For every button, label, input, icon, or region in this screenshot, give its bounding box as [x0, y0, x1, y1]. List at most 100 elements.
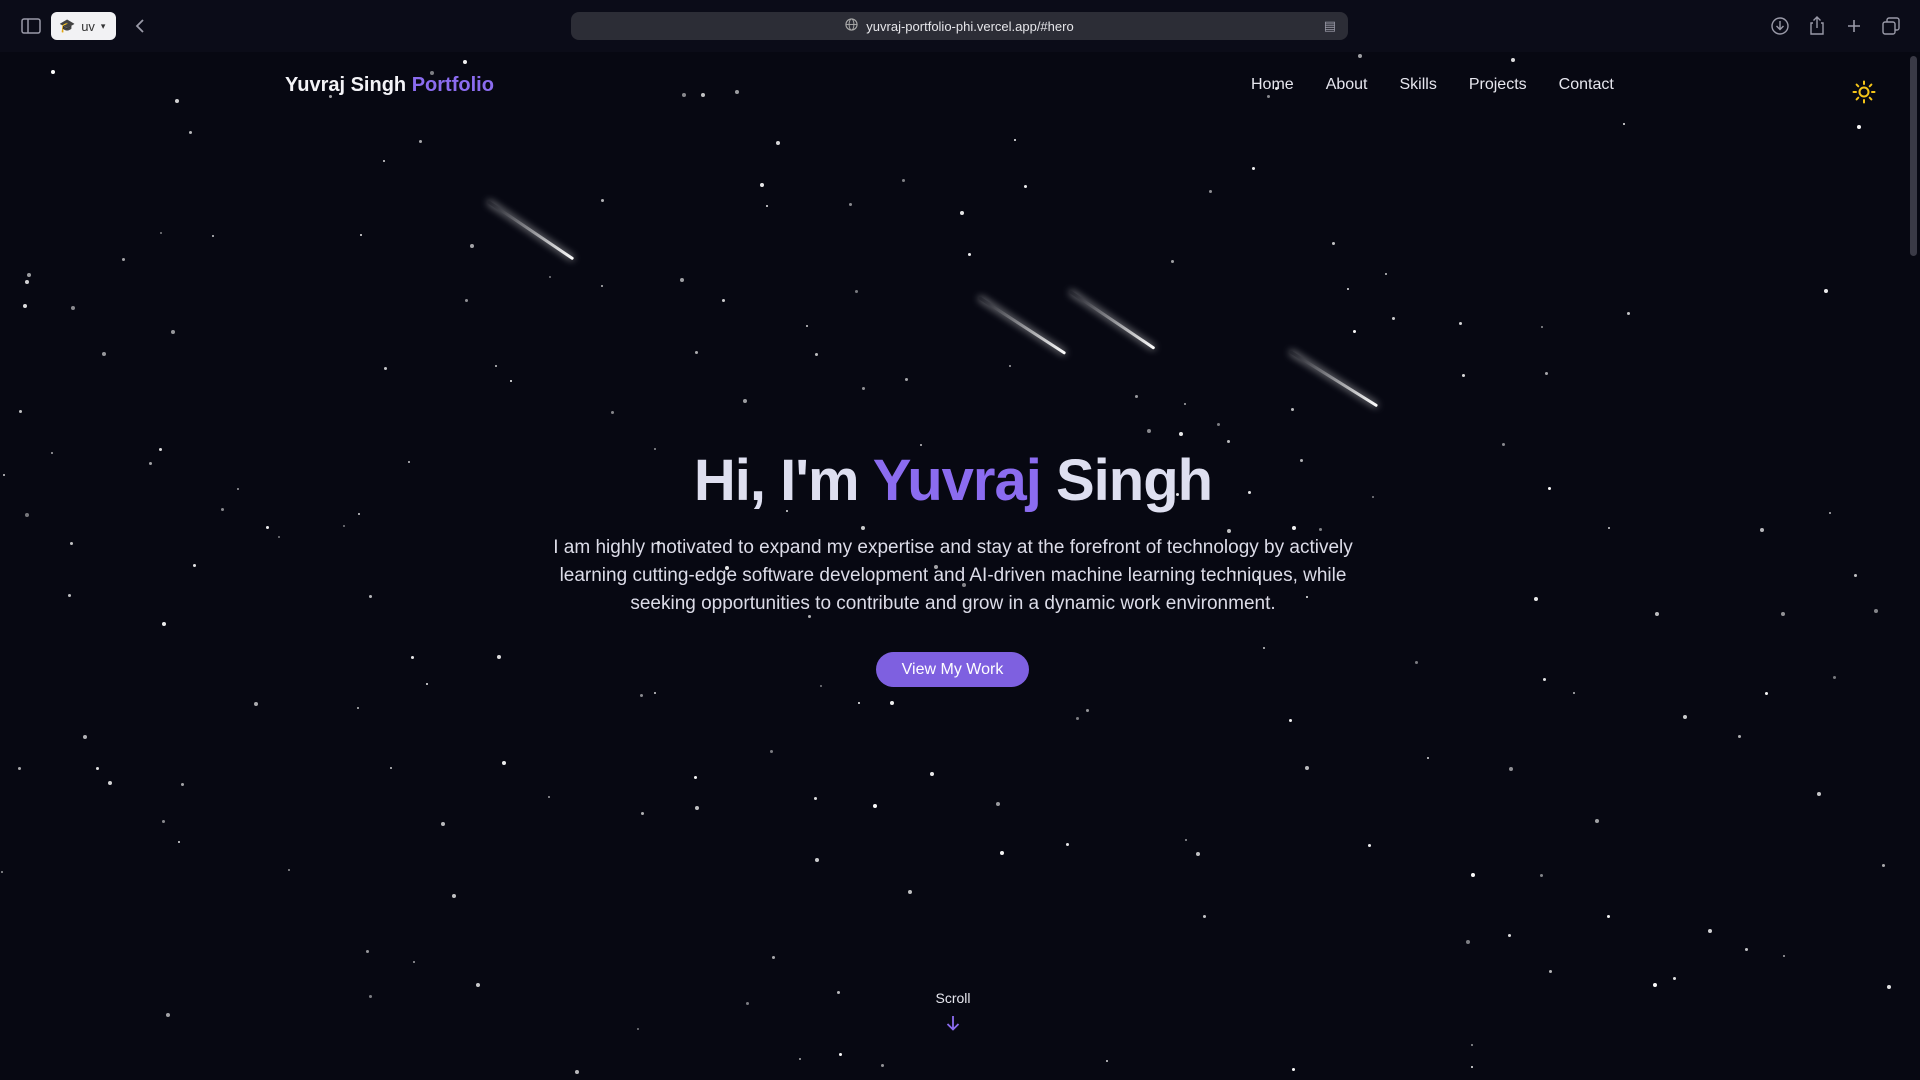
- star: [1833, 676, 1836, 679]
- site-logo[interactable]: Yuvraj Singh Portfolio: [285, 74, 494, 97]
- nav-projects[interactable]: Projects: [1469, 76, 1527, 94]
- star: [722, 299, 725, 302]
- star: [1263, 647, 1265, 649]
- star: [814, 797, 817, 800]
- tabs-overview-icon[interactable]: [1881, 12, 1901, 40]
- plus-icon[interactable]: [1844, 12, 1864, 40]
- star: [1854, 574, 1857, 577]
- chevron-left-icon[interactable]: [132, 12, 148, 40]
- star: [175, 99, 179, 103]
- star: [902, 179, 905, 182]
- star: [1184, 403, 1186, 405]
- star: [968, 253, 971, 256]
- star: [495, 365, 497, 367]
- star: [266, 526, 269, 529]
- star: [1267, 95, 1270, 98]
- star: [1509, 767, 1513, 771]
- sidebar-toggle-icon[interactable]: [20, 12, 42, 40]
- star: [1817, 792, 1821, 796]
- star: [1368, 844, 1371, 847]
- star: [1209, 190, 1212, 193]
- address-bar[interactable]: yuvraj-portfolio-phi.vercel.app/#hero ▤: [571, 12, 1348, 40]
- star: [766, 205, 768, 207]
- star: [102, 352, 106, 356]
- star: [1066, 843, 1069, 846]
- star: [1653, 983, 1657, 987]
- star: [497, 655, 501, 659]
- star: [799, 1058, 801, 1060]
- star: [476, 983, 480, 987]
- star: [369, 995, 372, 998]
- star: [601, 285, 603, 287]
- star: [426, 683, 428, 685]
- star: [680, 278, 684, 282]
- nav-contact[interactable]: Contact: [1559, 76, 1614, 94]
- star: [1076, 717, 1079, 720]
- chevron-down-icon: ▾: [100, 20, 106, 31]
- star: [1392, 317, 1395, 320]
- star: [770, 750, 773, 753]
- star: [1540, 874, 1543, 877]
- star: [1024, 185, 1027, 188]
- star: [1347, 288, 1349, 290]
- page-scrollbar[interactable]: [1906, 52, 1920, 1080]
- star: [411, 656, 414, 659]
- shooting-star: [978, 296, 1067, 355]
- star: [51, 70, 55, 74]
- globe-icon: [845, 18, 858, 34]
- star: [1179, 432, 1183, 436]
- star: [1171, 260, 1174, 263]
- star: [1887, 985, 1891, 989]
- star: [1824, 289, 1828, 293]
- title-accent: Yuvraj: [872, 448, 1042, 513]
- star: [502, 761, 506, 765]
- star: [1683, 715, 1687, 719]
- star: [1573, 692, 1575, 694]
- nav-about[interactable]: About: [1326, 76, 1368, 94]
- star: [1708, 929, 1712, 933]
- star: [1471, 1066, 1473, 1068]
- reader-mode-icon[interactable]: ▤: [1324, 18, 1336, 34]
- star: [1655, 612, 1659, 616]
- star: [820, 685, 822, 687]
- star: [1292, 526, 1296, 530]
- star: [839, 1053, 842, 1056]
- star: [1508, 934, 1511, 937]
- star: [1086, 709, 1089, 712]
- star: [1291, 408, 1294, 411]
- star: [1185, 839, 1187, 841]
- star: [1427, 757, 1429, 759]
- download-icon[interactable]: [1770, 12, 1790, 40]
- view-my-work-button[interactable]: View My Work: [876, 652, 1029, 687]
- star: [27, 273, 31, 277]
- star: [849, 203, 852, 206]
- star: [815, 353, 818, 356]
- nav-home[interactable]: Home: [1251, 76, 1294, 94]
- profile-selector[interactable]: 🎓 uv ▾: [51, 12, 116, 40]
- star: [1, 871, 3, 873]
- star: [357, 707, 359, 709]
- nav-skills[interactable]: Skills: [1400, 76, 1437, 94]
- scrollbar-thumb[interactable]: [1910, 56, 1917, 256]
- sun-icon[interactable]: [1852, 80, 1876, 104]
- browser-toolbar: 🎓 uv ▾ yuvraj-portfolio-phi.vercel.app/#…: [0, 0, 1920, 52]
- star: [1415, 661, 1418, 664]
- shooting-star: [487, 200, 575, 261]
- hero-section: Yuvraj Singh Portfolio Home About Skills…: [0, 52, 1906, 1080]
- star: [920, 444, 922, 446]
- star: [70, 542, 73, 545]
- star: [858, 702, 860, 704]
- hero-description: I am highly motivated to expand my exper…: [553, 537, 1353, 614]
- star: [1607, 915, 1610, 918]
- star: [760, 183, 764, 187]
- star: [510, 380, 512, 382]
- star: [701, 93, 705, 97]
- star: [465, 299, 468, 302]
- star: [1623, 123, 1625, 125]
- star: [162, 622, 166, 626]
- scroll-label: Scroll: [935, 990, 971, 1006]
- share-icon[interactable]: [1807, 12, 1827, 40]
- star: [806, 325, 808, 327]
- star: [96, 767, 99, 770]
- arrow-down-icon[interactable]: [945, 1014, 961, 1032]
